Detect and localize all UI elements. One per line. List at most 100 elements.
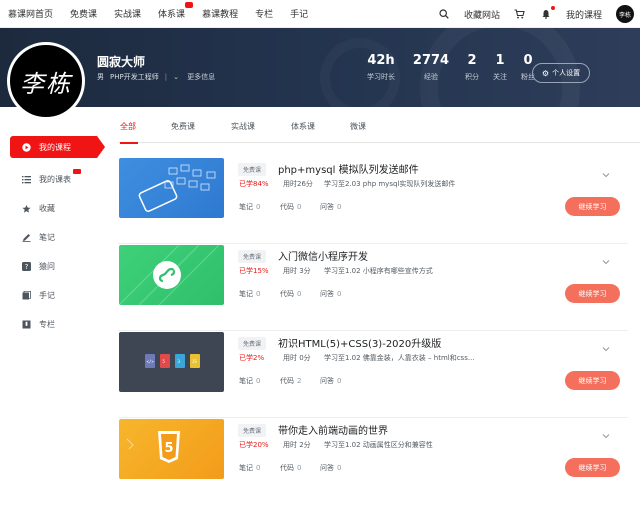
meta-label: 代码 [280,290,294,298]
stat-label: 经验 [424,73,438,81]
sidebar-item-label: 收藏 [39,204,55,213]
stat-label: 关注 [493,73,507,81]
course-time: 用时 2分 [283,441,311,449]
continue-learning-button[interactable]: 继续学习 [565,371,620,390]
avatar[interactable]: 李栋 [616,5,634,23]
continue-learning-button[interactable]: 继续学习 [565,458,620,477]
pen-icon [22,233,31,242]
nav-tutorial[interactable]: 慕课教程 [202,7,238,20]
course-last-lesson[interactable]: 学习至1.02 佛靠金装，人靠衣装 – html和css... [324,353,475,363]
code-count[interactable]: 代码 0 [280,463,301,473]
course-last-lesson[interactable]: 学习至2.03 php mysql实现队列发送邮件 [324,179,455,189]
my-course-link[interactable]: 我的课程 [566,8,602,21]
chevron-down-icon[interactable] [602,337,610,352]
sidebar-item-my-courses[interactable]: 我的课程 [10,136,105,158]
course-last-lesson[interactable]: 学习至1.02 动画属性区分和兼容性 [324,440,433,450]
meta-value: 0 [256,377,261,385]
search-icon[interactable] [438,8,450,20]
chevron-down-icon[interactable] [602,250,610,265]
notes-count[interactable]: 笔记 0 [239,289,260,299]
stat-value: 42h [367,53,395,68]
svg-text:JS: JS [192,359,197,364]
nav-system-label: 体系课 [158,10,186,20]
notes-count[interactable]: 笔记 0 [239,463,260,473]
new-badge [73,169,81,174]
gear-icon: ⚙ [541,68,550,78]
tab-micro[interactable]: 微课 [350,121,366,143]
chevron-down-icon[interactable] [602,424,610,439]
tab-practical[interactable]: 实战课 [231,121,255,143]
code-count[interactable]: 代码 0 [280,289,301,299]
qa-count[interactable]: 问答 0 [320,289,341,299]
qa-count[interactable]: 问答 0 [320,463,341,473]
code-count[interactable]: 代码 2 [280,376,301,386]
more-info-label: 更多信息 [187,73,216,81]
sidebar-item-label: 我的课程 [39,142,71,152]
sidebar-item-schedule[interactable]: 我的课表 [0,165,95,194]
code-count[interactable]: 代码 0 [280,202,301,212]
nav-practical[interactable]: 实战课 [114,7,141,20]
course-thumbnail[interactable] [119,245,224,305]
stat-points: 2 积分 [462,53,482,82]
nav-system[interactable]: 体系课 [158,2,194,20]
continue-learning-button[interactable]: 继续学习 [565,284,620,303]
collect-site-link[interactable]: 收藏网站 [464,8,500,21]
stat-label: 学习时长 [367,73,395,81]
course-list: 免费课 php+mysql 模拟队列发送邮件 已学84% 用时26分 学习至2.… [118,157,628,505]
user-gender: 男 [97,73,104,81]
tab-system[interactable]: 体系课 [291,121,315,143]
tab-free[interactable]: 免费课 [171,121,195,143]
sidebar-item-label: 手记 [39,291,55,300]
question-icon: ? [22,262,31,271]
continue-learning-button[interactable]: 继续学习 [565,197,620,216]
qa-count[interactable]: 问答 0 [320,376,341,386]
settings-label: 个人设置 [552,69,581,77]
sidebar-item-favorites[interactable]: 收藏 [0,194,95,223]
top-nav: 慕课网首页 免费课 实战课 体系课 慕课教程 专栏 手记 收藏网站 我的课程 李… [0,0,640,28]
sidebar-item-column[interactable]: 专栏 [0,310,95,339]
more-info-link[interactable]: ⌄ 更多信息 [173,72,221,82]
nav-free[interactable]: 免费课 [70,7,97,20]
notification-dot [550,6,555,10]
nav-column[interactable]: 专栏 [255,7,273,20]
course-title[interactable]: 初识HTML(5)+CSS(3)-2020升级版 [278,335,441,350]
bell-icon[interactable] [540,6,555,20]
meta-value: 2 [297,377,302,385]
settings-button[interactable]: ⚙ 个人设置 [532,63,590,83]
qa-count[interactable]: 问答 0 [320,202,341,212]
course-thumbnail[interactable] [119,158,224,218]
nav-right: 收藏网站 我的课程 李栋 [424,0,634,28]
course-card: 免费课 入门微信小程序开发 已学15% 用时 3分 学习至1.02 小程序有哪些… [118,244,628,331]
stat-value: 2 [467,53,477,68]
meta-label: 代码 [280,203,294,211]
nav-home[interactable]: 慕课网首页 [8,7,53,20]
nav-notes[interactable]: 手记 [290,7,308,20]
course-card: 免费课 php+mysql 模拟队列发送邮件 已学84% 用时26分 学习至2.… [118,157,628,244]
sidebar-item-notes[interactable]: 笔记 [0,223,95,252]
course-title[interactable]: 入门微信小程序开发 [278,248,368,263]
stat-following[interactable]: 1 关注 [490,53,510,82]
hot-badge [185,2,194,8]
profile-avatar[interactable]: 李栋 [7,42,85,120]
course-title[interactable]: 带你走入前端动画的世界 [278,422,388,437]
tab-all[interactable]: 全部 [120,121,138,144]
cart-icon[interactable] [514,8,526,20]
course-progress: 已学2% [239,354,265,362]
notes-count[interactable]: 笔记 0 [239,376,260,386]
meta-value: 0 [297,203,302,211]
meta-label: 代码 [280,377,294,385]
sidebar-item-questions[interactable]: ? 猿问 [0,252,95,281]
course-title[interactable]: php+mysql 模拟队列发送邮件 [278,161,419,176]
course-card: 5 免费课 带你走入前端动画的世界 已学20% 用时 2分 学习至1.02 动画… [118,418,628,505]
chevron-down-icon[interactable] [602,163,610,178]
sidebar-item-label: 我的课表 [39,175,71,184]
course-thumbnail[interactable]: </> 5 3 JS [119,332,224,392]
sidebar-item-articles[interactable]: 手记 [0,281,95,310]
chevron-down-icon: ⌄ [173,73,179,81]
course-thumbnail[interactable]: 5 [119,419,224,479]
course-last-lesson[interactable]: 学习至1.02 小程序有哪些宣传方式 [324,266,433,276]
meta-value: 0 [256,290,261,298]
meta-label: 笔记 [239,377,253,385]
user-job: PHP开发工程师 [110,73,159,81]
notes-count[interactable]: 笔记 0 [239,202,260,212]
